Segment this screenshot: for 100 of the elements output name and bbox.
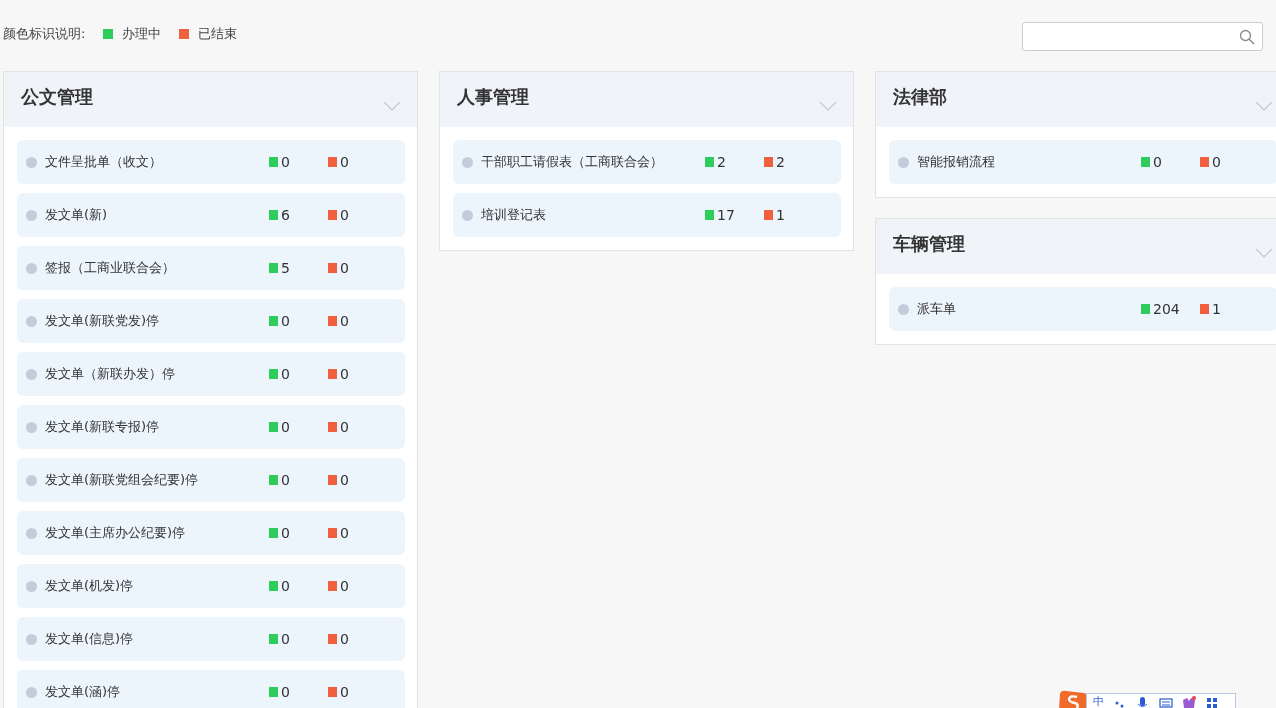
process-item[interactable]: 干部职工请假表（工商联合会） 2 2 — [453, 140, 841, 184]
finished-count: 0 — [1212, 154, 1221, 170]
finished-count: 0 — [340, 684, 349, 700]
process-name: 发文单(新联专报)停 — [45, 418, 161, 436]
process-item[interactable]: 发文单(主席办公纪要)停 0 0 — [17, 511, 405, 555]
status-square-icon — [328, 687, 337, 697]
in-progress-count: 0 — [281, 631, 290, 647]
process-name: 发文单(新联党组会纪要)停 — [45, 471, 200, 489]
process-item[interactable]: 文件呈批单（收文） 0 0 — [17, 140, 405, 184]
finished-count: 0 — [340, 366, 349, 382]
in-progress-count: 0 — [281, 419, 290, 435]
process-item[interactable]: 签报（工商业联合会） 5 0 — [17, 246, 405, 290]
in-progress-count: 0 — [281, 154, 290, 170]
status-square-icon — [269, 475, 278, 485]
process-name: 发文单（新联办发）停 — [45, 365, 176, 383]
process-item[interactable]: 培训登记表 17 1 — [453, 193, 841, 237]
process-name: 发文单(主席办公纪要)停 — [45, 524, 187, 542]
finished-count: 2 — [776, 154, 785, 170]
process-name: 发文单(涵)停 — [45, 683, 122, 701]
process-name: 签报（工商业联合会） — [45, 259, 176, 277]
legend-text: 已结束 — [198, 25, 238, 43]
finished-count: 0 — [340, 260, 349, 276]
status-square-icon — [328, 475, 337, 485]
process-item[interactable]: 派车单 204 1 — [889, 287, 1276, 331]
status-square-icon — [705, 210, 714, 220]
bullet-icon — [26, 633, 37, 645]
finished-count: 0 — [340, 578, 349, 594]
in-progress-count: 17 — [717, 207, 735, 223]
panel-title: 车辆管理 — [893, 231, 965, 256]
process-item[interactable]: 发文单(新联党发)停 0 0 — [17, 299, 405, 343]
in-progress-count: 0 — [281, 578, 290, 594]
bullet-icon — [462, 209, 473, 221]
in-progress-count: 0 — [1153, 154, 1162, 170]
process-name: 发文单(新联党发)停 — [45, 312, 161, 330]
keyboard-icon[interactable] — [1159, 695, 1173, 708]
process-item[interactable]: 发文单(涵)停 0 0 — [17, 670, 405, 708]
status-square-icon — [328, 528, 337, 538]
status-square-icon — [328, 581, 337, 591]
bullet-icon — [898, 156, 909, 168]
status-square-icon — [328, 369, 337, 379]
process-item[interactable]: 发文单(新联党组会纪要)停 0 0 — [17, 458, 405, 502]
panel-title: 人事管理 — [457, 84, 529, 109]
legend-label: 颜色标识说明: — [3, 25, 86, 43]
process-item[interactable]: 发文单(机发)停 0 0 — [17, 564, 405, 608]
bullet-icon — [26, 474, 37, 486]
process-item[interactable]: 发文单(信息)停 0 0 — [17, 617, 405, 661]
process-item[interactable]: 智能报销流程 0 0 — [889, 140, 1276, 184]
ime-mode-toggle[interactable]: 中 — [1093, 696, 1104, 708]
process-name: 发文单(机发)停 — [45, 577, 135, 595]
status-square-icon — [705, 157, 714, 167]
in-progress-count: 2 — [717, 154, 726, 170]
finished-count: 0 — [340, 525, 349, 541]
panel-title: 法律部 — [893, 84, 947, 109]
process-name: 干部职工请假表（工商联合会） — [481, 153, 664, 171]
finished-count: 0 — [340, 313, 349, 329]
skin-icon[interactable] — [1182, 695, 1196, 708]
bullet-icon — [26, 421, 37, 433]
status-square-icon — [328, 422, 337, 432]
process-name: 培训登记表 — [481, 206, 547, 224]
bullet-icon — [26, 156, 37, 168]
bullet-icon — [26, 368, 37, 380]
in-progress-count: 6 — [281, 207, 290, 223]
in-progress-count: 5 — [281, 260, 290, 276]
status-square-icon — [764, 210, 773, 220]
status-square-icon — [269, 263, 278, 273]
status-square-icon — [328, 263, 337, 273]
in-progress-count: 0 — [281, 313, 290, 329]
status-square-icon — [1200, 304, 1209, 314]
in-progress-count: 0 — [281, 684, 290, 700]
in-progress-count: 0 — [281, 366, 290, 382]
process-item[interactable]: 发文单(新) 6 0 — [17, 193, 405, 237]
status-square-icon — [269, 210, 278, 220]
process-name: 智能报销流程 — [917, 153, 996, 171]
microphone-icon[interactable] — [1136, 695, 1150, 708]
process-item[interactable]: 发文单（新联办发）停 0 0 — [17, 352, 405, 396]
finished-count: 0 — [340, 207, 349, 223]
panel-title: 公文管理 — [21, 84, 93, 109]
in-progress-count: 0 — [281, 525, 290, 541]
status-square-icon — [328, 634, 337, 644]
status-square-icon — [269, 581, 278, 591]
search-icon[interactable] — [1239, 28, 1255, 45]
bullet-icon — [26, 686, 37, 698]
ime-logo-icon[interactable] — [1058, 690, 1088, 708]
status-square-icon — [328, 210, 337, 220]
grid-icon[interactable] — [1205, 695, 1219, 708]
status-square-icon — [269, 687, 278, 697]
status-square-icon — [328, 157, 337, 167]
status-square-icon — [1200, 157, 1209, 167]
status-square-icon — [1141, 157, 1150, 167]
search-field[interactable] — [1022, 22, 1263, 51]
process-item[interactable]: 发文单(新联专报)停 0 0 — [17, 405, 405, 449]
bullet-icon — [462, 156, 473, 168]
bullet-icon — [26, 580, 37, 592]
finished-count: 0 — [340, 419, 349, 435]
finished-count: 1 — [776, 207, 785, 223]
status-square-icon — [269, 157, 278, 167]
status-square-icon — [269, 369, 278, 379]
finished-count: 0 — [340, 631, 349, 647]
status-square-icon — [1141, 304, 1150, 314]
bullet-icon — [26, 262, 37, 274]
